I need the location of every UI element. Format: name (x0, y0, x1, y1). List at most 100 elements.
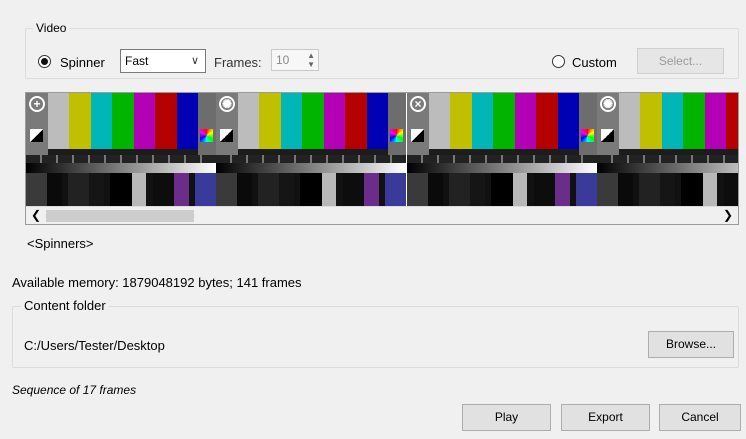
custom-radio[interactable] (552, 55, 565, 68)
luminance-block (279, 173, 295, 206)
frames-label: Frames: (214, 55, 262, 70)
color-bar (514, 93, 537, 149)
luminance-block (300, 173, 322, 206)
test-pattern-frame: ✺ (597, 93, 738, 206)
test-pattern-frame: × (407, 93, 597, 206)
color-bar (366, 93, 389, 149)
color-bar (661, 93, 684, 149)
luminance-block (342, 173, 364, 206)
luminance-block (681, 173, 703, 206)
color-bar (133, 93, 156, 149)
color-bar (176, 93, 199, 149)
frames-stepper[interactable]: 10 ▲ ▼ (271, 49, 319, 71)
color-bar (323, 93, 346, 149)
luminance-block (194, 173, 216, 206)
contrast-patch-icon (30, 129, 43, 142)
luminance-block (575, 173, 597, 206)
luminance-block (89, 173, 105, 206)
luminance-block (237, 173, 252, 206)
color-wheel-icon (390, 129, 403, 142)
close-circle-icon: × (410, 96, 426, 112)
sequence-status: Sequence of 17 frames (12, 383, 137, 397)
pattern-steps (597, 155, 738, 163)
luminance-block (660, 173, 676, 206)
color-bar (640, 93, 663, 149)
color-bar (112, 93, 135, 149)
luminance-block (533, 173, 555, 206)
luminance-block (47, 173, 62, 206)
color-bar (493, 93, 516, 149)
memory-status: Available memory: 1879048192 bytes; 141 … (12, 275, 302, 290)
spinner-icon: ✺ (600, 96, 616, 112)
luminance-block (597, 173, 619, 206)
color-bar (557, 93, 580, 149)
luminance-block (407, 173, 429, 206)
color-bar (345, 93, 368, 149)
luminance-block (618, 173, 633, 206)
content-folder-label: Content folder (21, 299, 109, 313)
luminance-block (258, 173, 280, 206)
luminance-block (363, 173, 379, 206)
pattern-steps (407, 155, 597, 163)
horizontal-scrollbar[interactable]: ❮ ❯ (26, 206, 738, 224)
frames-stepper-value: 10 (276, 53, 290, 67)
test-pattern-frame: + (26, 93, 216, 206)
luminance-block (491, 173, 513, 206)
pattern-gray2 (388, 93, 406, 155)
color-wheel-icon (200, 129, 213, 142)
color-bar (450, 93, 473, 149)
spinners-caption: <Spinners> (27, 236, 94, 251)
pattern-steps (216, 155, 406, 163)
luminance-block (152, 173, 174, 206)
color-bar (704, 93, 727, 149)
spinner-icon: ✺ (219, 96, 235, 112)
speed-select-value: Fast (125, 54, 149, 68)
luminance-block (723, 173, 738, 206)
color-bar (280, 93, 303, 149)
color-bar (259, 93, 282, 149)
luminance-block (68, 173, 90, 206)
scrollbar-thumb[interactable] (46, 210, 194, 222)
stepper-arrows-icon[interactable]: ▲ ▼ (307, 51, 315, 69)
crosshair-icon: + (29, 96, 45, 112)
speed-select[interactable]: Fast ∨ (120, 49, 206, 73)
custom-label[interactable]: Custom (572, 55, 617, 70)
preview-frames: + ✺ × ✺ (26, 93, 738, 206)
luminance-block (554, 173, 570, 206)
folder-path: C:/Users/Tester/Desktop (24, 338, 165, 353)
color-bar (48, 93, 70, 149)
color-bar (155, 93, 178, 149)
luminance-block (428, 173, 443, 206)
spinner-label[interactable]: Spinner (60, 55, 105, 70)
color-bar (471, 93, 494, 149)
color-bar (536, 93, 559, 149)
video-group-label: Video (33, 21, 70, 35)
pattern-gray2 (198, 93, 216, 155)
browse-button[interactable]: Browse... (648, 331, 734, 358)
spinner-radio[interactable] (38, 55, 51, 68)
luminance-block (470, 173, 486, 206)
luminance-block (131, 173, 147, 206)
select-button[interactable]: Select... (637, 48, 724, 74)
contrast-patch-icon (220, 129, 233, 142)
scroll-right-icon[interactable]: ❯ (723, 208, 733, 222)
luminance-block (449, 173, 471, 206)
luminance-block (216, 173, 238, 206)
cancel-button[interactable]: Cancel (659, 404, 741, 431)
color-wheel-icon (581, 129, 594, 142)
luminance-block (639, 173, 661, 206)
color-bar (619, 93, 641, 149)
luminance-block (384, 173, 406, 206)
content-folder-group (12, 306, 739, 368)
luminance-block (512, 173, 528, 206)
color-bar (429, 93, 451, 149)
pattern-gray2 (579, 93, 597, 155)
spinner-preview: + ✺ × ✺ ❮ ❯ (25, 92, 739, 225)
color-bar (238, 93, 260, 149)
scroll-left-icon[interactable]: ❮ (31, 208, 41, 222)
luminance-block (173, 173, 189, 206)
luminance-block (26, 173, 48, 206)
export-button[interactable]: Export (561, 404, 650, 431)
luminance-block (110, 173, 132, 206)
play-button[interactable]: Play (462, 404, 551, 431)
